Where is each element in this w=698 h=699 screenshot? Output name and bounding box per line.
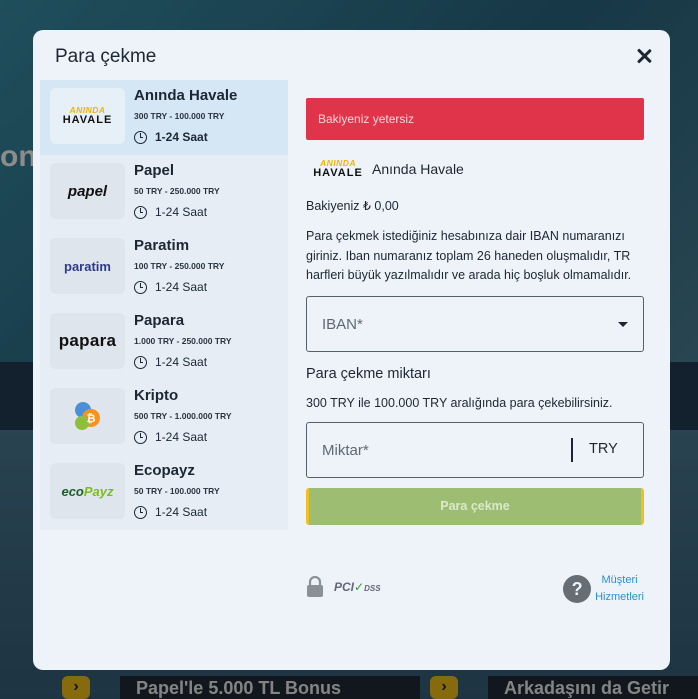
method-item-papel[interactable]: papel Papel 50 TRY - 250.000 TRY 1-24 Sa… — [40, 155, 288, 230]
method-time: 1-24 Saat — [134, 280, 207, 294]
method-item-kripto[interactable]: ₿ Kripto 500 TRY - 1.000.000 TRY 1-24 Sa… — [40, 380, 288, 455]
clock-icon — [134, 355, 147, 369]
logo-line2: HAVALE — [313, 166, 363, 179]
iban-instructions: Para çekmek istediğiniz hesabınıza dair … — [306, 229, 632, 282]
crypto-coins-icon: ₿ — [74, 402, 100, 430]
customer-service-label: Müşteri Hizmetleri — [595, 574, 644, 603]
lock-icon — [307, 576, 323, 597]
svg-text:₿: ₿ — [86, 412, 95, 425]
selected-method: ANINDA HAVALE Anında Havale — [306, 156, 644, 182]
method-name: Ecopayz — [134, 462, 195, 479]
method-name: Paratim — [134, 237, 190, 254]
clock-icon — [134, 505, 147, 519]
method-time: 1-24 Saat — [134, 355, 207, 369]
method-time: 1-24 Saat — [134, 205, 207, 219]
method-range: 1.000 TRY - 250.000 TRY — [134, 336, 232, 346]
kripto-logo: ₿ — [50, 388, 125, 444]
withdraw-button[interactable]: Para çekme — [306, 487, 644, 525]
method-name: Papel — [134, 162, 175, 179]
papara-logo: papara — [50, 313, 125, 369]
method-name: Kripto — [134, 387, 179, 404]
logo-text: ecoPayz — [61, 483, 114, 499]
logo-text: paratim — [64, 258, 111, 274]
payment-method-list: ANINDA HAVALE Anında Havale 300 TRY - 10… — [40, 80, 288, 530]
logo-text: papel — [67, 182, 108, 200]
paratim-logo: paratim — [50, 238, 125, 294]
papel-logo: papel — [50, 163, 125, 219]
close-icon[interactable] — [634, 46, 654, 66]
amount-input[interactable]: Miktar* TRY — [306, 421, 644, 478]
chevron-down-icon — [618, 321, 628, 327]
method-name: Anında Havale — [134, 87, 238, 104]
clock-icon — [134, 280, 147, 294]
customer-service-link[interactable]: ? Müşteri Hizmetleri — [563, 572, 644, 606]
method-range: 100 TRY - 250.000 TRY — [134, 261, 225, 271]
iban-placeholder: IBAN* — [322, 315, 363, 333]
modal-footer: PCI✓DSS ? Müşteri Hizmetleri — [306, 570, 644, 610]
method-time: 1-24 Saat — [134, 505, 207, 519]
amount-range-note: 300 TRY ile 100.000 TRY aralığında para … — [306, 395, 613, 410]
method-range: 500 TRY - 1.000.000 TRY — [134, 411, 232, 421]
withdraw-form: Bakiyeniz yetersiz ANINDA HAVALE Anında … — [306, 98, 644, 525]
amount-title: Para çekme miktarı — [306, 365, 431, 382]
aninda-havale-logo: ANINDA HAVALE — [50, 88, 125, 144]
pci-dss-badge: PCI✓DSS — [334, 580, 381, 594]
ecopayz-logo: ecoPayz — [50, 463, 125, 519]
method-name: Papara — [134, 312, 185, 329]
divider — [571, 437, 573, 462]
logo-line2: HAVALE — [62, 113, 113, 126]
balance-text: Bakiyeniz ₺ 0,00 — [306, 199, 399, 213]
clock-icon — [134, 430, 147, 444]
method-time: 1-24 Saat — [134, 430, 207, 444]
method-item-aninda-havale[interactable]: ANINDA HAVALE Anında Havale 300 TRY - 10… — [40, 80, 288, 155]
method-item-paratim[interactable]: paratim Paratim 100 TRY - 250.000 TRY 1-… — [40, 230, 288, 305]
clock-icon — [134, 130, 147, 144]
logo-text: papara — [58, 331, 117, 350]
aninda-havale-logo: ANINDA HAVALE — [312, 159, 364, 179]
withdraw-modal: Para çekme ANINDA HAVALE Anında Havale 3… — [33, 30, 670, 670]
help-icon: ? — [563, 575, 592, 603]
selected-method-label: Anında Havale — [372, 161, 464, 177]
iban-select[interactable]: IBAN* — [306, 295, 644, 352]
time-label: 1-24 Saat — [155, 430, 208, 444]
modal-title: Para çekme — [55, 46, 157, 67]
time-label: 1-24 Saat — [155, 130, 208, 144]
error-alert: Bakiyeniz yetersiz — [306, 98, 644, 140]
method-item-ecopayz[interactable]: ecoPayz Ecopayz 50 TRY - 100.000 TRY 1-2… — [40, 455, 288, 530]
amount-placeholder: Miktar* — [322, 441, 369, 459]
method-range: 50 TRY - 250.000 TRY — [134, 186, 220, 196]
time-label: 1-24 Saat — [155, 505, 208, 519]
clock-icon — [134, 205, 147, 219]
method-range: 300 TRY - 100.000 TRY — [134, 111, 225, 121]
currency-label: TRY — [589, 440, 618, 457]
time-label: 1-24 Saat — [155, 355, 208, 369]
method-item-papara[interactable]: papara Papara 1.000 TRY - 250.000 TRY 1-… — [40, 305, 288, 380]
method-range: 50 TRY - 100.000 TRY — [134, 486, 220, 496]
time-label: 1-24 Saat — [155, 205, 208, 219]
time-label: 1-24 Saat — [155, 280, 208, 294]
method-time: 1-24 Saat — [134, 130, 208, 144]
